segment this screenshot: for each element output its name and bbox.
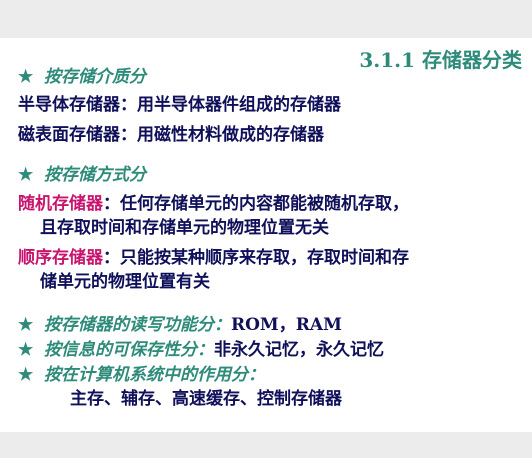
star-bullet-icon: ★ <box>18 365 34 385</box>
star-bullet-icon: ★ <box>18 315 34 335</box>
heading-by-rw: ★ 按存储器的读写功能分：ROM，RAM <box>18 314 342 336</box>
desc-sequential-line2: 储单元的物理位置有关 <box>40 272 210 292</box>
value-by-role: 主存、辅存、高速缓存、控制存储器 <box>70 389 342 409</box>
star-bullet-icon: ★ <box>18 165 34 185</box>
heading-by-role-text: 按在计算机系统中的作用分： <box>44 365 265 385</box>
star-bullet-icon: ★ <box>18 67 34 87</box>
heading-by-access: ★ 按存储方式分 <box>18 164 146 186</box>
star-bullet-icon: ★ <box>18 340 34 360</box>
heading-by-medium: ★ 按存储介质分 <box>18 66 146 88</box>
term-magnetic: 磁表面存储器 <box>18 125 120 145</box>
list-item-sequential: 顺序存储器：只能按某种顺序来存取，存取时间和存 <box>18 247 409 269</box>
list-item-semiconductor: 半导体存储器：用半导体器件组成的存储器 <box>18 94 341 116</box>
heading-by-access-text: 按存储方式分 <box>44 165 146 185</box>
heading-by-medium-text: 按存储介质分 <box>44 67 146 87</box>
value-by-role-line: 主存、辅存、高速缓存、控制存储器 <box>70 388 342 410</box>
desc-magnetic: ：用磁性材料做成的存储器 <box>120 125 324 145</box>
term-sequential: 顺序存储器 <box>18 248 103 268</box>
term-random: 随机存储器 <box>18 194 103 214</box>
desc-semiconductor: ：用半导体器件组成的存储器 <box>120 95 341 115</box>
value-by-rw: ROM，RAM <box>231 315 342 335</box>
list-item-sequential-cont: 储单元的物理位置有关 <box>40 271 210 293</box>
value-by-retention: 非永久记忆，永久记忆 <box>214 340 384 360</box>
list-item-magnetic: 磁表面存储器：用磁性材料做成的存储器 <box>18 124 324 146</box>
heading-by-retention: ★ 按信息的可保存性分：非永久记忆，永久记忆 <box>18 339 384 361</box>
list-item-random: 随机存储器：任何存储单元的内容都能被随机存取， <box>18 193 409 215</box>
desc-random-line2: 且存取时间和存储单元的物理位置无关 <box>40 218 329 238</box>
list-item-random-cont: 且存取时间和存储单元的物理位置无关 <box>40 217 329 239</box>
slide: 3.1.1 存储器分类 ★ 按存储介质分 半导体存储器：用半导体器件组成的存储器 … <box>0 38 532 432</box>
slide-title: 3.1.1 存储器分类 <box>359 48 522 72</box>
desc-random-line1: ：任何存储单元的内容都能被随机存取， <box>103 194 409 214</box>
desc-sequential-line1: ：只能按某种顺序来存取，存取时间和存 <box>103 248 409 268</box>
heading-by-role: ★ 按在计算机系统中的作用分： <box>18 364 265 386</box>
heading-by-rw-text: 按存储器的读写功能分： <box>44 315 231 335</box>
term-semiconductor: 半导体存储器 <box>18 95 120 115</box>
heading-by-retention-text: 按信息的可保存性分： <box>44 340 214 360</box>
